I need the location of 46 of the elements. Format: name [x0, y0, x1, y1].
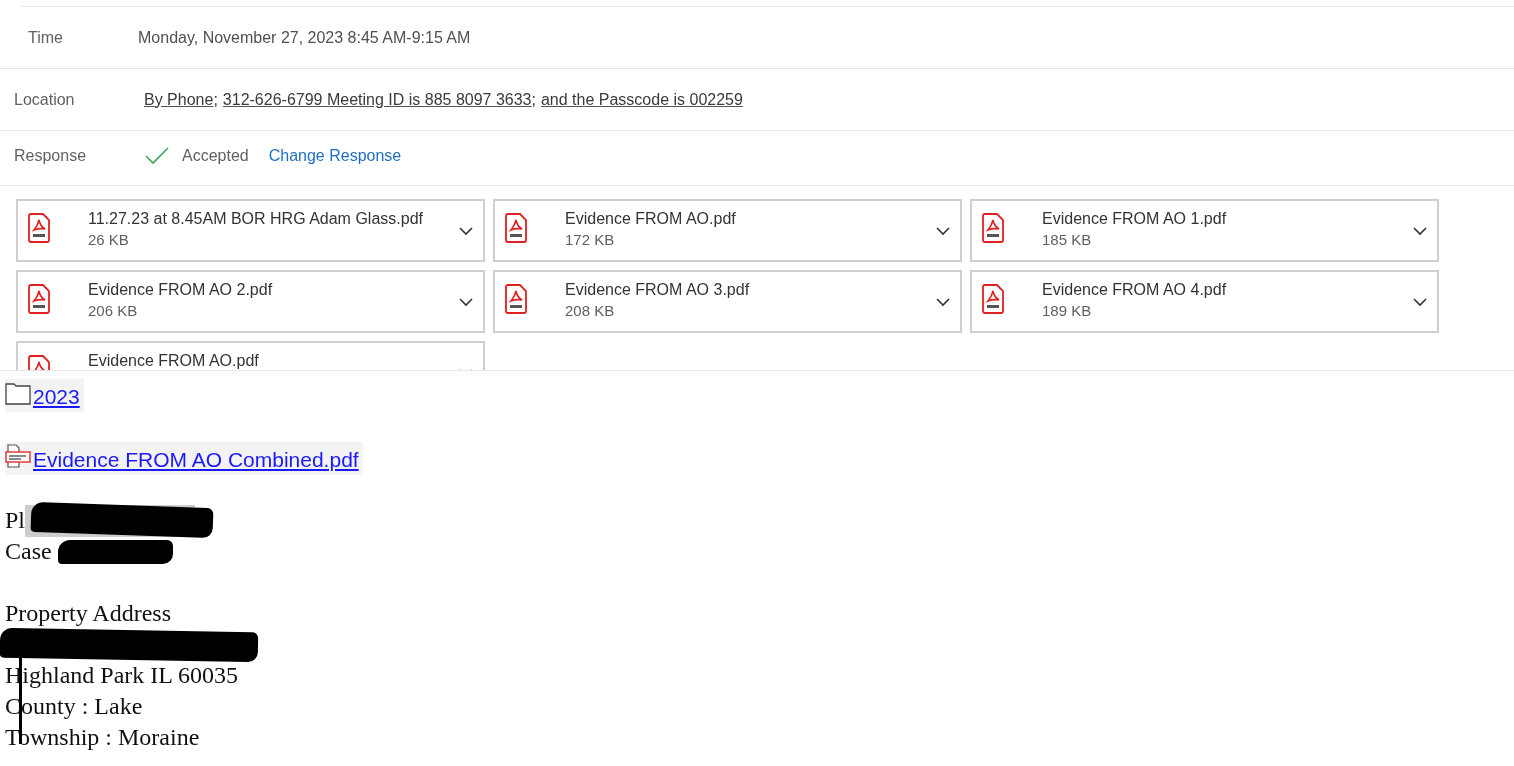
chevron-down-icon[interactable]: [1413, 227, 1427, 236]
attachment-card[interactable]: Evidence FROM AO 2.pdf 206 KB: [16, 270, 485, 333]
attachment-name: Evidence FROM AO.pdf: [88, 352, 260, 370]
attachment-name: Evidence FROM AO 4.pdf: [1042, 281, 1228, 299]
body-text: Pl: [5, 506, 25, 535]
separator-text: ;: [531, 90, 536, 109]
attachment-size: 172 KB: [565, 231, 616, 248]
body-text: Case: [5, 537, 52, 566]
attachment-card[interactable]: Evidence FROM AO 3.pdf 208 KB: [493, 270, 962, 333]
chevron-down-icon[interactable]: [459, 298, 473, 307]
attachment-name: Evidence FROM AO.pdf: [565, 210, 737, 228]
attachment-card[interactable]: Evidence FROM AO.pdf 172 KB: [493, 199, 962, 262]
field-label: Location: [13, 90, 76, 109]
field-label: Time: [27, 28, 64, 47]
attachment-card[interactable]: Evidence FROM AO 1.pdf 185 KB: [970, 199, 1439, 262]
attachment-card[interactable]: Evidence FROM AO 4.pdf 189 KB: [970, 270, 1439, 333]
attachment-size: 208 KB: [565, 302, 616, 319]
change-response-link[interactable]: Change Response: [268, 147, 402, 165]
chevron-down-icon[interactable]: [936, 227, 950, 236]
chevron-down-icon[interactable]: [1413, 298, 1427, 307]
attachment-card[interactable]: 11.27.23 at 8.45AM BOR HRG Adam Glass.pdf 26 KB: [16, 199, 485, 262]
attachment-card[interactable]: Evidence FROM AO.pdf: [16, 341, 485, 370]
field-value: Monday, November 27, 2023 8:45 AM-9:15 AM: [138, 28, 471, 47]
location-link[interactable]: and the Passcode is 002259: [540, 90, 743, 109]
response-status: Accepted: [182, 147, 249, 165]
location-link[interactable]: By Phone: [144, 90, 214, 109]
attachment-name: Evidence FROM AO 2.pdf: [88, 281, 274, 299]
attachment-name: 11.27.23 at 8.45AM BOR HRG Adam Glass.pdf: [88, 210, 424, 228]
attachment-size: 206 KB: [88, 302, 139, 319]
pdf-file-icon: [982, 284, 1004, 314]
pdf-file-icon: [505, 284, 527, 314]
location-link[interactable]: 312-626-6799 Meeting ID is 885 8097 3633: [222, 90, 532, 109]
chevron-down-icon[interactable]: [459, 227, 473, 236]
attachment-size: 185 KB: [1042, 231, 1093, 248]
pdf-file-icon: [28, 284, 50, 314]
attachment-size: 26 KB: [88, 231, 130, 248]
attachment-name: Evidence FROM AO 3.pdf: [565, 281, 751, 299]
attachment-size: 189 KB: [1042, 302, 1093, 319]
field-label: Response: [13, 147, 88, 165]
pdf-file-icon: [982, 213, 1004, 243]
pdf-file-icon: [28, 213, 50, 243]
separator-text: ;: [213, 90, 218, 109]
body-text: Property Address: [5, 599, 171, 628]
pdf-file-icon: [505, 213, 527, 243]
chevron-down-icon[interactable]: [936, 298, 950, 307]
attachment-name: Evidence FROM AO 1.pdf: [1042, 210, 1228, 228]
